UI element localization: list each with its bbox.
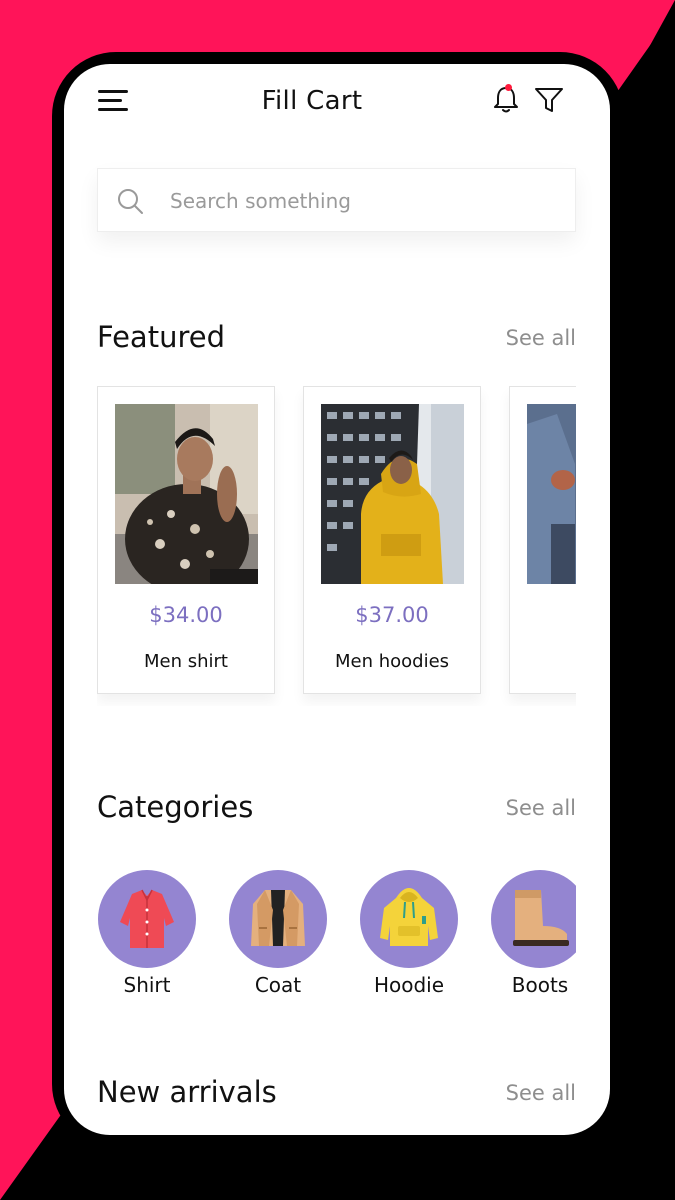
notification-dot <box>505 84 512 91</box>
featured-section-title: Featured <box>97 320 225 354</box>
filter-funnel-icon[interactable] <box>534 86 564 114</box>
new-arrivals-section-title: New arrivals <box>97 1075 277 1109</box>
product-card-men-shirt[interactable]: $34.00 Men shirt <box>97 386 275 694</box>
top-bar: Fill Cart <box>64 64 610 154</box>
coat-icon <box>251 890 305 946</box>
category-label: Shirt <box>123 973 171 997</box>
categories-section-title: Categories <box>97 790 254 824</box>
category-label: Hoodie <box>373 973 445 997</box>
bell-icon[interactable] <box>492 84 520 114</box>
category-boots[interactable]: Boots <box>490 870 576 1000</box>
featured-carousel[interactable]: $34.00 Men shirt $37.00 Men hoodies <box>97 386 576 706</box>
product-photo-shirt <box>115 404 258 584</box>
category-label: Coat <box>254 973 302 997</box>
hoodie-icon <box>380 888 438 946</box>
search-bar[interactable] <box>97 168 576 232</box>
category-shirt[interactable]: Shirt <box>97 870 197 1000</box>
shirt-icon <box>120 889 174 948</box>
category-hoodie[interactable]: Hoodie <box>359 870 459 1000</box>
product-price: $34.00 <box>149 603 223 627</box>
search-icon <box>118 189 143 214</box>
category-circle <box>360 870 458 968</box>
product-name: Men hoodies <box>334 651 450 672</box>
category-circle <box>491 870 576 968</box>
category-label: Boots <box>511 973 569 997</box>
product-photo-jacket <box>527 404 576 584</box>
categories-carousel[interactable]: Shirt Coat Hoodie Boots <box>97 870 576 1000</box>
product-card-partial[interactable]: $ Me <box>509 386 576 694</box>
product-name: Me <box>510 651 576 672</box>
product-price: $37.00 <box>355 603 429 627</box>
app-title: Fill Cart <box>261 86 363 116</box>
product-price: $ <box>510 603 576 627</box>
categories-see-all-link[interactable]: See all <box>506 796 576 820</box>
product-card-men-hoodies[interactable]: $37.00 Men hoodies <box>303 386 481 694</box>
category-coat[interactable]: Coat <box>228 870 328 1000</box>
search-input[interactable] <box>170 181 560 221</box>
boots-icon <box>513 890 569 946</box>
product-photo-hoodie <box>321 404 464 584</box>
featured-see-all-link[interactable]: See all <box>506 326 576 350</box>
category-circle <box>229 870 327 968</box>
new-arrivals-see-all-link[interactable]: See all <box>506 1081 576 1105</box>
category-circle <box>98 870 196 968</box>
product-name: Men shirt <box>144 651 228 672</box>
app-screen: Fill Cart Featured See all <box>64 64 610 1135</box>
